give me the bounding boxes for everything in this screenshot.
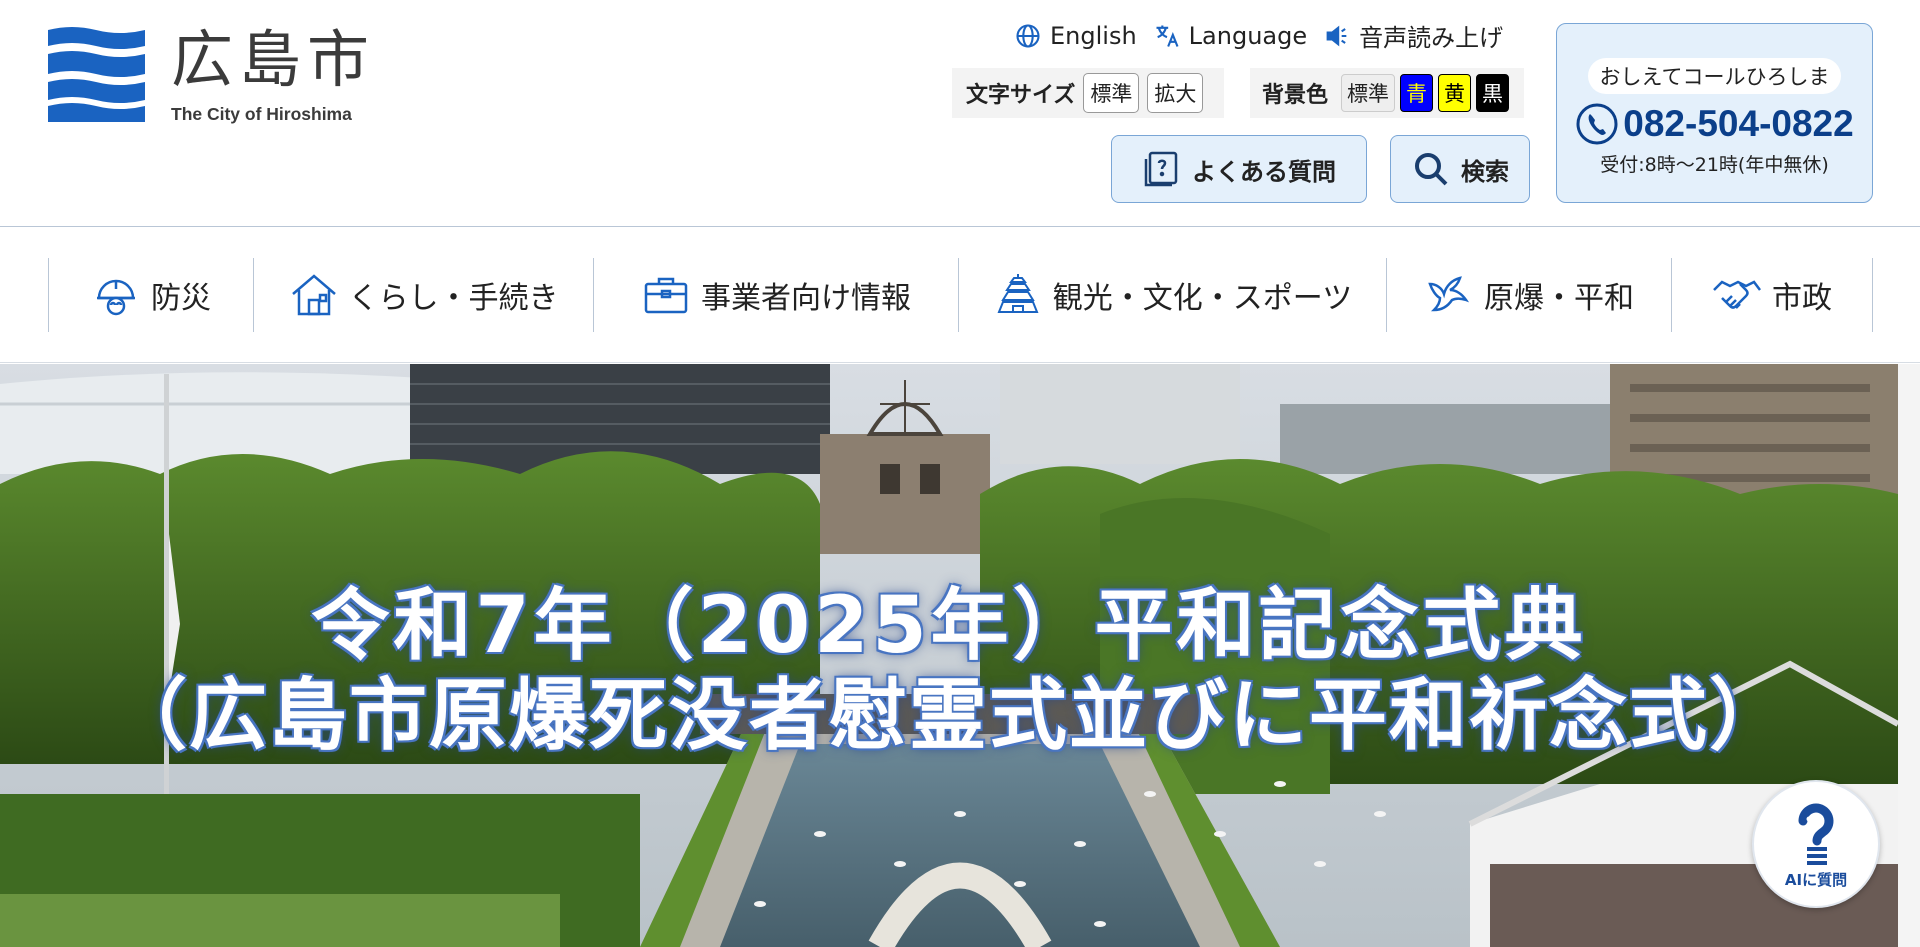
castle-icon xyxy=(997,274,1039,313)
faq-book-icon xyxy=(1144,151,1178,187)
hero-banner[interactable]: 令和7年（2025年）平和記念式典 （広島市原爆死没者慰霊式並びに平和祈念式） xyxy=(0,364,1898,947)
bg-color-label: 背景色 xyxy=(1262,83,1329,108)
nav-item-tourism[interactable]: 観光・文化・スポーツ xyxy=(958,258,1386,332)
global-nav: 防災 くらし・手続き 事業者向け情報 観光・文化・スポーツ 原爆・平和 市政 xyxy=(0,228,1920,363)
helmet-icon xyxy=(97,279,135,316)
globe-icon xyxy=(1016,23,1040,48)
read-aloud-link[interactable]: 音声読み上げ xyxy=(1323,18,1503,53)
briefcase-icon xyxy=(644,277,688,314)
hero-title-line2: （広島市原爆死没者慰霊式並びに平和祈念式） xyxy=(108,670,1789,761)
nav-item-bousai[interactable]: 防災 xyxy=(48,258,253,332)
translate-icon xyxy=(1156,25,1179,47)
site-header: 広島市 The City of Hiroshima English Langua… xyxy=(0,0,1920,227)
search-icon xyxy=(1415,153,1448,186)
call-center-box[interactable]: おしえてコールひろしま 082-504-0822 受付:8時～21時(年中無休) xyxy=(1556,23,1873,203)
nav-item-kurashi[interactable]: くらし・手続き xyxy=(253,258,593,332)
hiroshima-emblem-icon xyxy=(48,24,145,122)
phone-icon xyxy=(1576,103,1618,145)
bg-yellow-button[interactable]: 黄 xyxy=(1438,74,1472,112)
ai-question-button[interactable]: AIに質問 xyxy=(1752,780,1880,908)
handshake-icon xyxy=(1713,280,1761,309)
nav-item-business[interactable]: 事業者向け情報 xyxy=(593,258,958,332)
english-link[interactable]: English xyxy=(1014,18,1137,53)
hero-title-line1: 令和7年（2025年）平和記念式典 xyxy=(311,581,1587,671)
logo-name-ja: 広島市 xyxy=(171,23,376,96)
ai-question-label: AIに質問 xyxy=(1784,870,1848,889)
background-color-control: 背景色 標準 青 黄 黒 xyxy=(1250,68,1524,118)
page-scrollbar[interactable] xyxy=(1898,364,1920,947)
language-link[interactable]: Language xyxy=(1153,18,1307,53)
font-size-control: 文字サイズ 標準 拡大 xyxy=(952,68,1224,118)
faq-button[interactable]: よくある質問 xyxy=(1111,135,1367,203)
speaker-icon xyxy=(1326,25,1347,46)
call-center-hours: 受付:8時～21時(年中無休) xyxy=(1600,154,1829,176)
bg-black-button[interactable]: 黒 xyxy=(1476,74,1510,112)
utility-links: English Language 音声読み上げ xyxy=(1014,18,1503,53)
nav-item-peace[interactable]: 原爆・平和 xyxy=(1386,258,1671,332)
logo-name-en: The City of Hiroshima xyxy=(171,104,352,124)
dove-icon xyxy=(1428,276,1470,312)
bg-blue-button[interactable]: 青 xyxy=(1400,74,1434,112)
ai-question-mascot-icon xyxy=(1798,803,1834,865)
bg-standard-button[interactable]: 標準 xyxy=(1341,74,1396,112)
nav-item-shisei[interactable]: 市政 xyxy=(1671,258,1873,332)
font-size-large-button[interactable]: 拡大 xyxy=(1147,73,1204,113)
house-icon xyxy=(291,274,336,316)
site-logo[interactable]: 広島市 The City of Hiroshima xyxy=(48,24,375,125)
call-center-name: おしえてコールひろしま xyxy=(1587,58,1842,94)
search-button[interactable]: 検索 xyxy=(1390,135,1530,203)
hero-title: 令和7年（2025年）平和記念式典 （広島市原爆死没者慰霊式並びに平和祈念式） xyxy=(0,581,1898,761)
call-center-phone[interactable]: 082-504-0822 xyxy=(1575,102,1854,146)
font-size-standard-button[interactable]: 標準 xyxy=(1083,73,1140,113)
font-size-label: 文字サイズ xyxy=(966,83,1076,108)
